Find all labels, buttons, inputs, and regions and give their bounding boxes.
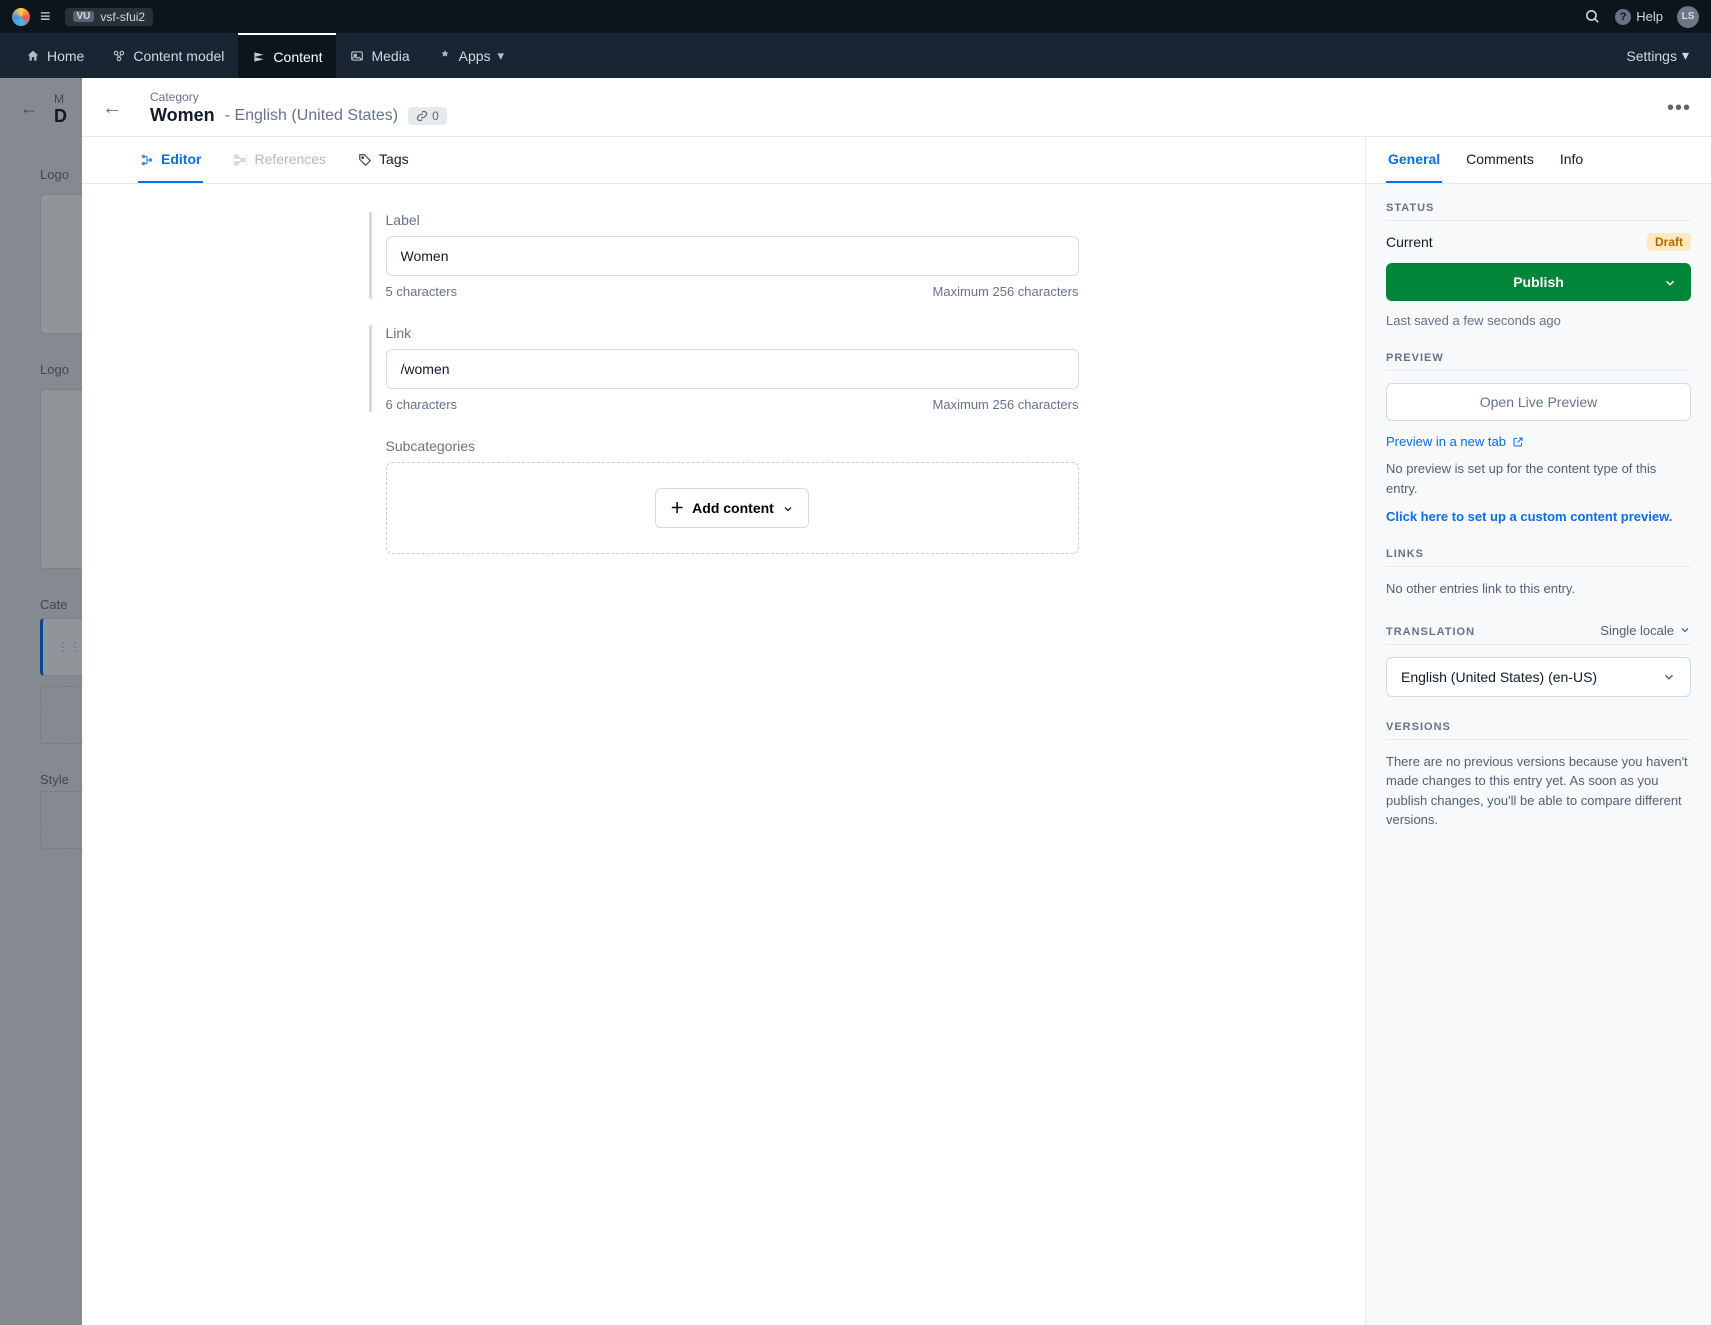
preview-heading: PREVIEW: [1386, 352, 1691, 371]
tab-editor[interactable]: Editor: [138, 137, 203, 183]
open-live-preview-button[interactable]: Open Live Preview: [1386, 383, 1691, 421]
preview-new-tab-link[interactable]: Preview in a new tab: [1386, 434, 1524, 449]
translation-heading: TRANSLATION: [1386, 626, 1475, 638]
section-translation: TRANSLATION Single locale English (Unite…: [1366, 605, 1711, 703]
versions-heading: VERSIONS: [1386, 721, 1691, 740]
entry-editor-panel: ← Category Women - English (United State…: [82, 78, 1711, 1325]
editor-tree-icon: [140, 151, 154, 167]
label-input[interactable]: [386, 236, 1079, 276]
content-icon: [252, 49, 266, 65]
chevron-down-icon: [782, 500, 794, 516]
tab-tags[interactable]: Tags: [356, 137, 411, 183]
nav-content-model[interactable]: Content model: [98, 33, 238, 78]
nav-media[interactable]: Media: [336, 33, 423, 78]
space-name: vsf-sfui2: [100, 10, 145, 24]
references-icon: [233, 151, 247, 167]
panel-header: ← Category Women - English (United State…: [82, 78, 1711, 137]
tag-icon: [358, 151, 372, 167]
main-nav: Home Content model Content Media Apps ▾ …: [0, 33, 1711, 78]
field-subcategories: Subcategories ＋ Add content: [369, 438, 1079, 554]
field-label: Label 5 characters Maximum 256 character…: [369, 212, 1079, 299]
char-max: Maximum 256 characters: [933, 397, 1079, 412]
no-links-text: No other entries link to this entry.: [1386, 579, 1691, 599]
status-heading: STATUS: [1386, 202, 1691, 221]
back-button[interactable]: ←: [102, 97, 122, 120]
plus-icon: ＋: [670, 498, 684, 518]
section-preview: PREVIEW Open Live Preview Preview in a n…: [1366, 334, 1711, 530]
field-link: Link 6 characters Maximum 256 characters: [369, 325, 1079, 412]
sidebar-tab-comments[interactable]: Comments: [1464, 137, 1536, 183]
incoming-links-badge[interactable]: 0: [408, 107, 447, 125]
chevron-down-icon: ▾: [498, 48, 505, 64]
avatar[interactable]: LS: [1677, 6, 1699, 28]
sidebar: General Comments Info STATUS Current Dra…: [1365, 137, 1711, 1325]
versions-text: There are no previous versions because y…: [1386, 752, 1691, 830]
chevron-down-icon: [1679, 624, 1691, 636]
contentful-logo-icon[interactable]: [12, 8, 30, 26]
char-count: 6 characters: [386, 397, 458, 412]
home-icon: [26, 48, 40, 64]
nav-content[interactable]: Content: [238, 33, 336, 78]
more-actions-button[interactable]: •••: [1667, 97, 1691, 120]
field-subcategories-name: Subcategories: [386, 438, 1079, 454]
apps-icon: [438, 48, 452, 64]
nav-home[interactable]: Home: [12, 33, 98, 78]
add-content-button[interactable]: ＋ Add content: [655, 488, 809, 528]
links-heading: LINKS: [1386, 548, 1691, 567]
char-max: Maximum 256 characters: [933, 284, 1079, 299]
translation-mode-toggle[interactable]: Single locale: [1600, 623, 1691, 638]
char-count: 5 characters: [386, 284, 458, 299]
section-status: STATUS Current Draft Publish Last saved …: [1366, 184, 1711, 334]
entry-locale: - English (United States): [225, 107, 398, 125]
content-model-icon: [112, 48, 126, 64]
help-link[interactable]: ? Help: [1615, 9, 1663, 25]
section-links: LINKS No other entries link to this entr…: [1366, 530, 1711, 605]
chevron-down-icon: ▾: [1682, 47, 1689, 64]
nav-settings[interactable]: Settings ▾: [1616, 33, 1699, 78]
field-label-name: Label: [386, 212, 1079, 228]
chevron-down-icon: [1663, 274, 1677, 290]
status-current-label: Current: [1386, 234, 1433, 250]
entry-tabs: Editor References Tags: [82, 137, 1365, 184]
link-input[interactable]: [386, 349, 1079, 389]
publish-button[interactable]: Publish: [1386, 263, 1691, 301]
top-bar: ≡ VU vsf-sfui2 ? Help LS: [0, 0, 1711, 33]
locale-select[interactable]: English (United States) (en-US): [1386, 657, 1691, 697]
space-tag: VU: [73, 11, 95, 22]
no-preview-text: No preview is set up for the content typ…: [1386, 459, 1691, 498]
status-badge: Draft: [1647, 233, 1691, 251]
form-area: Label 5 characters Maximum 256 character…: [359, 212, 1089, 620]
sidebar-tab-info[interactable]: Info: [1558, 137, 1585, 183]
main-content: Editor References Tags: [82, 137, 1365, 1325]
sidebar-tabs: General Comments Info: [1366, 137, 1711, 184]
media-icon: [350, 48, 364, 64]
setup-preview-link[interactable]: Click here to set up a custom content pr…: [1386, 509, 1672, 524]
menu-icon[interactable]: ≡: [40, 6, 51, 27]
tab-references[interactable]: References: [231, 137, 328, 183]
field-link-name: Link: [386, 325, 1079, 341]
sidebar-tab-general[interactable]: General: [1386, 137, 1442, 183]
subcategories-dropzone: ＋ Add content: [386, 462, 1079, 554]
entry-title: Women: [150, 105, 215, 126]
search-icon[interactable]: [1584, 8, 1601, 26]
help-icon: ?: [1615, 9, 1631, 25]
chevron-down-icon: [1662, 670, 1676, 684]
last-saved-text: Last saved a few seconds ago: [1386, 313, 1691, 328]
section-versions: VERSIONS There are no previous versions …: [1366, 703, 1711, 836]
content-type-crumb: Category: [150, 90, 447, 104]
space-selector[interactable]: VU vsf-sfui2: [65, 8, 154, 26]
external-link-icon: [1512, 436, 1524, 448]
nav-apps[interactable]: Apps ▾: [424, 33, 518, 78]
